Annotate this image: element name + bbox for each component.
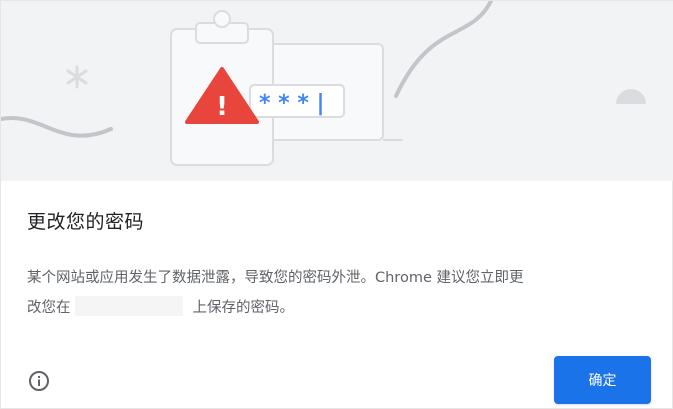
password-field-icon: * * * | — [249, 84, 345, 118]
semicircle-decoration — [616, 89, 646, 104]
info-icon — [29, 371, 49, 391]
body-line-2-prefix: 改您在 — [27, 300, 71, 316]
redacted-site-name — [74, 296, 183, 316]
svg-text:!: ! — [216, 92, 228, 122]
info-button[interactable] — [28, 370, 50, 392]
password-breach-dialog: * * * | ! 更改您的密码 某个网站或应用发生了数据泄露，导致您的密码外泄… — [0, 0, 673, 409]
body-line-1: 某个网站或应用发生了数据泄露，导致您的密码外泄。Chrome 建议您立即更 — [27, 270, 524, 286]
asterisk-decoration-icon — [66, 65, 88, 89]
ok-button[interactable]: 确定 — [554, 356, 651, 404]
body-line-2-suffix: 上保存的密码。 — [192, 300, 295, 316]
dialog-title: 更改您的密码 — [27, 211, 145, 233]
decorative-curve-right — [394, 1, 493, 98]
breach-illustration: * * * | ! — [1, 1, 673, 181]
svg-text:* * * |: * * * | — [259, 91, 325, 116]
decorative-curve-left — [1, 115, 113, 138]
illustration-svg: * * * | ! — [1, 1, 646, 166]
dialog-body: 某个网站或应用发生了数据泄露，导致您的密码外泄。Chrome 建议您立即更 改您… — [27, 263, 647, 323]
